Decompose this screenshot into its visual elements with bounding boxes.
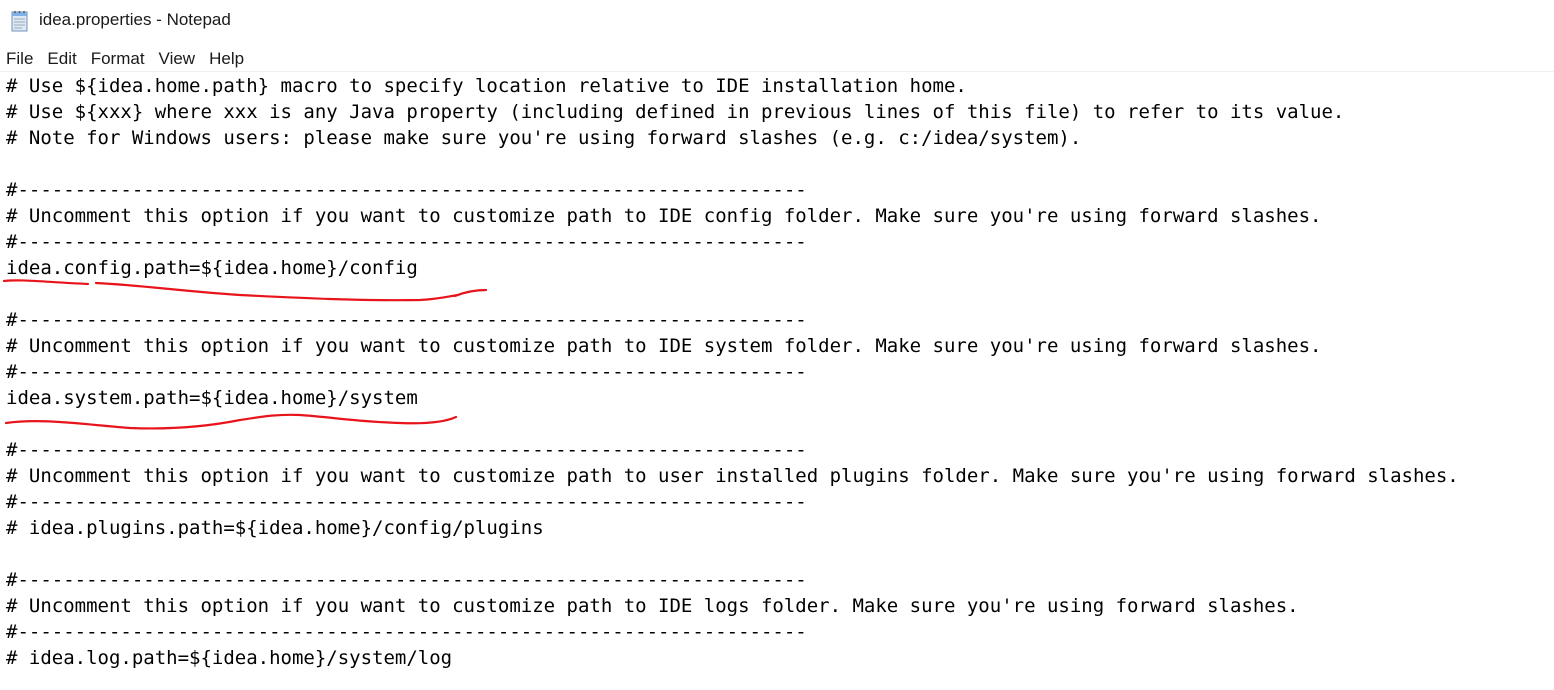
- notepad-window: idea.properties - Notepad File Edit Form…: [0, 0, 1554, 690]
- system-path-line: idea.system.path=${idea.home}/system: [6, 387, 418, 409]
- menu-format[interactable]: Format: [91, 49, 145, 69]
- text-line: # Note for Windows users: please make su…: [6, 127, 1082, 149]
- text-line: #---------------------------------------…: [6, 179, 807, 201]
- menu-help[interactable]: Help: [209, 49, 244, 69]
- config-path-line: idea.config.path=${idea.home}/config: [6, 257, 418, 279]
- window-title: idea.properties - Notepad: [39, 10, 231, 29]
- menu-file[interactable]: File: [6, 49, 33, 69]
- menu-view[interactable]: View: [159, 49, 196, 69]
- text-line: # Uncomment this option if you want to c…: [6, 465, 1459, 487]
- menu-edit[interactable]: Edit: [47, 49, 76, 69]
- text-editor[interactable]: # Use ${idea.home.path} macro to specify…: [6, 73, 1546, 688]
- title-bar[interactable]: idea.properties - Notepad: [0, 0, 1554, 44]
- text-line: # Uncomment this option if you want to c…: [6, 205, 1322, 227]
- menu-bar: File Edit Format View Help: [0, 46, 1554, 72]
- text-line: # Use ${xxx} where xxx is any Java prope…: [6, 101, 1345, 123]
- text-line: #---------------------------------------…: [6, 231, 807, 253]
- text-line: #---------------------------------------…: [6, 569, 807, 591]
- text-line: #---------------------------------------…: [6, 361, 807, 383]
- text-line: # idea.log.path=${idea.home}/system/log: [6, 647, 453, 669]
- text-line: #---------------------------------------…: [6, 439, 807, 461]
- text-line: #---------------------------------------…: [6, 491, 807, 513]
- text-line: #---------------------------------------…: [6, 309, 807, 331]
- notepad-icon: [11, 11, 28, 32]
- text-line: #---------------------------------------…: [6, 621, 807, 643]
- text-line: # Uncomment this option if you want to c…: [6, 595, 1299, 617]
- text-line: # Use ${idea.home.path} macro to specify…: [6, 75, 967, 97]
- text-line: # Uncomment this option if you want to c…: [6, 335, 1322, 357]
- text-line: # idea.plugins.path=${idea.home}/config/…: [6, 517, 544, 539]
